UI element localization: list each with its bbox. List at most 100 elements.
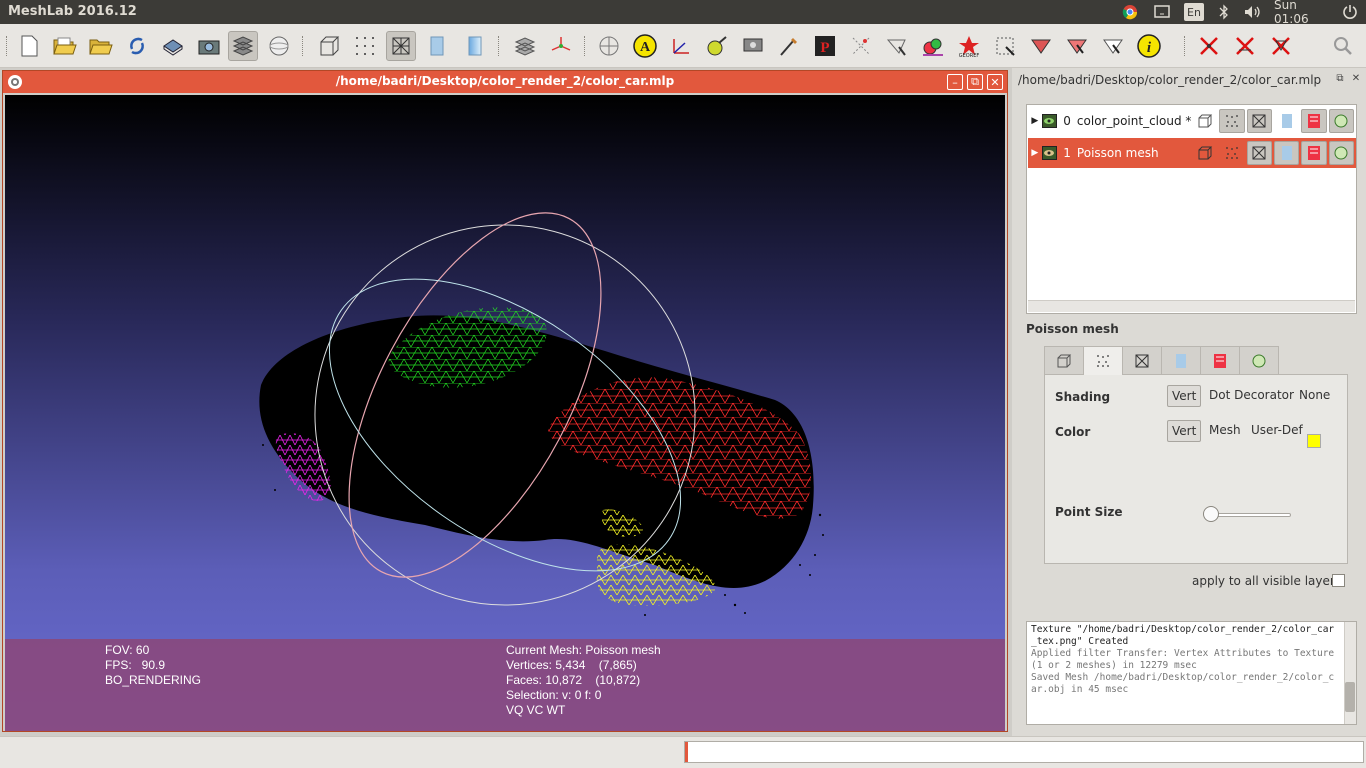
info-icon[interactable]: i: [1134, 31, 1164, 61]
viewport-info-overlay: FOV: 60 FPS: 90.9 BO_RENDERING Current M…: [5, 639, 1005, 731]
log-entry: Saved Mesh /home/badri/Desktop/color_ren…: [1031, 672, 1335, 695]
color-mesh-option[interactable]: Mesh: [1205, 420, 1245, 442]
screen-icon[interactable]: [1152, 3, 1172, 21]
power-settings-icon[interactable]: [1340, 3, 1360, 21]
layer-name[interactable]: Poisson mesh: [1077, 146, 1192, 160]
restore-button[interactable]: ⧉: [967, 74, 983, 90]
layer-name[interactable]: color_point_cloud *: [1077, 114, 1192, 128]
chrome-icon[interactable]: [1120, 3, 1140, 21]
layer-row[interactable]: ▶ 0 color_point_cloud *: [1028, 106, 1356, 136]
tab-wireframe[interactable]: [1122, 346, 1162, 374]
reload-icon[interactable]: [122, 31, 152, 61]
layer-row-selected[interactable]: ▶ 1 Poisson mesh: [1028, 138, 1356, 168]
layer-list-scrollbar[interactable]: [1028, 300, 1355, 312]
delete-vertices-icon[interactable]: [1194, 31, 1224, 61]
wireframe-icon[interactable]: [386, 31, 416, 61]
select-cursor-icon[interactable]: [1098, 31, 1128, 61]
3d-viewport[interactable]: FOV: 60 FPS: 90.9 BO_RENDERING Current M…: [5, 95, 1005, 731]
georef-icon[interactable]: GEOREF: [954, 31, 984, 61]
clock[interactable]: Sun 01:06: [1274, 0, 1334, 26]
snapshot-icon[interactable]: [194, 31, 224, 61]
tab-decorator[interactable]: [1239, 346, 1279, 374]
rotate-icon[interactable]: [264, 31, 294, 61]
layer-bbox-icon[interactable]: [1192, 141, 1217, 165]
color-user-def-option[interactable]: User-Def: [1247, 420, 1307, 442]
log-scrollbar-thumb[interactable]: [1345, 682, 1355, 712]
layer-solid-icon[interactable]: [1273, 141, 1300, 165]
layer-stack-icon[interactable]: [510, 31, 540, 61]
mesh-document-window: /home/badri/Desktop/color_render_2/color…: [2, 70, 1008, 732]
shading-none-option[interactable]: None: [1295, 385, 1334, 407]
keyboard-language-indicator[interactable]: En: [1184, 3, 1204, 21]
search-icon[interactable]: [1328, 31, 1358, 61]
layer-wireframe-icon[interactable]: [1246, 141, 1272, 165]
flat-icon[interactable]: [422, 31, 452, 61]
export-mesh-icon[interactable]: [158, 31, 188, 61]
measure-axis-icon[interactable]: [666, 31, 696, 61]
axis-icon[interactable]: [546, 31, 576, 61]
layer-solid-icon[interactable]: [1274, 109, 1299, 133]
layer-texture-icon[interactable]: [1301, 109, 1327, 133]
vertices-readout: Vertices: 5,434 (7,865): [506, 658, 637, 672]
volume-icon[interactable]: [1242, 3, 1264, 21]
mesh-render[interactable]: [5, 95, 1005, 731]
layer-points-icon[interactable]: [1219, 141, 1244, 165]
log-window[interactable]: Texture "/home/badri/Desktop/color_rende…: [1026, 621, 1357, 725]
layers-icon[interactable]: [228, 31, 258, 61]
tab-texture[interactable]: [1200, 346, 1240, 374]
layer-decorator-icon[interactable]: [1328, 109, 1355, 133]
import-mesh-icon[interactable]: [86, 31, 116, 61]
dock-close-button[interactable]: ✕: [1350, 73, 1362, 85]
expand-arrow-icon[interactable]: ▶: [1028, 116, 1042, 126]
tab-points[interactable]: [1083, 346, 1123, 375]
new-project-icon[interactable]: [14, 31, 44, 61]
dock-float-button[interactable]: ⧉: [1334, 73, 1346, 85]
layer-wireframe-icon[interactable]: [1246, 109, 1272, 133]
select-area-icon[interactable]: [990, 31, 1020, 61]
color-vert-option[interactable]: Vert: [1167, 420, 1202, 442]
paint-icon[interactable]: [774, 31, 804, 61]
minimize-button[interactable]: –: [947, 74, 963, 90]
select-vertices-icon[interactable]: [846, 31, 876, 61]
points-icon[interactable]: [350, 31, 380, 61]
pickpoints-icon[interactable]: P: [810, 31, 840, 61]
eye-visibility-icon[interactable]: [1041, 146, 1058, 160]
smooth-icon[interactable]: [460, 31, 490, 61]
select-faces-icon[interactable]: [882, 31, 912, 61]
delete-faces-vertices-icon[interactable]: [1266, 31, 1296, 61]
delete-faces-icon[interactable]: [1230, 31, 1260, 61]
layer-points-icon[interactable]: [1219, 109, 1245, 133]
color-pick-icon[interactable]: [918, 31, 948, 61]
layer-dialog-dock: /home/badri/Desktop/color_render_2/color…: [1012, 68, 1366, 736]
log-entry: Applied filter Transfer: Vertex Attribut…: [1031, 648, 1340, 671]
main-toolbar: A P GEOREF i: [0, 24, 1366, 68]
user-def-color-swatch[interactable]: [1307, 434, 1321, 448]
measure-tool-icon[interactable]: [702, 31, 732, 61]
layer-bbox-icon[interactable]: [1192, 109, 1217, 133]
toolbar-separator: [1184, 36, 1186, 56]
trackball-icon[interactable]: [594, 31, 624, 61]
raster-align-icon[interactable]: [738, 31, 768, 61]
select-region-icon[interactable]: [1026, 31, 1056, 61]
shading-vert-option[interactable]: Vert: [1167, 385, 1202, 407]
select-connected-icon[interactable]: [1062, 31, 1092, 61]
document-window-titlebar[interactable]: /home/badri/Desktop/color_render_2/color…: [3, 71, 1007, 93]
svg-text:A: A: [640, 40, 651, 55]
log-scrollbar[interactable]: [1344, 622, 1356, 724]
shading-dot-decorator-option[interactable]: Dot Decorator: [1205, 385, 1298, 407]
close-window-button[interactable]: ✕: [987, 74, 1003, 90]
eye-visibility-icon[interactable]: [1041, 114, 1058, 128]
point-size-slider-track[interactable]: [1211, 513, 1291, 517]
tab-solid[interactable]: [1161, 346, 1201, 374]
open-project-icon[interactable]: [50, 31, 80, 61]
bbox-icon[interactable]: [314, 31, 344, 61]
progress-fill: [685, 742, 688, 762]
bluetooth-icon[interactable]: [1214, 3, 1234, 21]
expand-arrow-icon[interactable]: ▶: [1028, 148, 1042, 158]
layer-decorator-icon[interactable]: [1328, 141, 1355, 165]
layer-texture-icon[interactable]: [1301, 141, 1327, 165]
tab-bbox[interactable]: [1044, 346, 1084, 374]
point-size-slider-handle[interactable]: [1203, 506, 1219, 522]
annotate-icon[interactable]: A: [630, 31, 660, 61]
apply-all-checkbox[interactable]: [1332, 574, 1345, 587]
